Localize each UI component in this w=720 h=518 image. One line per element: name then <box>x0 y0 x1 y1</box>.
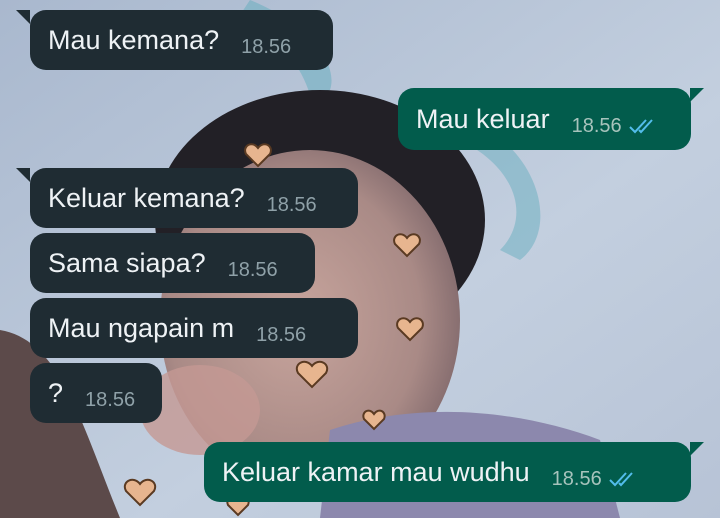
incoming-message-bubble[interactable]: Sama siapa? 18.56 <box>30 233 315 293</box>
message-time: 18.56 <box>241 36 292 58</box>
message-text: ? <box>48 378 64 408</box>
bubble-tail <box>690 442 704 456</box>
bubble-tail <box>16 10 30 24</box>
message-time: 18.56 <box>85 389 136 411</box>
read-double-check-icon <box>609 472 633 487</box>
bubble-tail <box>690 88 704 102</box>
message-text: Mau ngapain m <box>48 313 235 343</box>
incoming-message-bubble[interactable]: Keluar kemana? 18.56 <box>30 168 358 228</box>
message-text: Sama siapa? <box>48 248 206 278</box>
message-text: Keluar kemana? <box>48 183 245 213</box>
message-text: Keluar kamar mau wudhu <box>222 457 530 487</box>
outgoing-message-bubble[interactable]: Keluar kamar mau wudhu 18.56 <box>204 442 691 502</box>
read-double-check-icon <box>628 119 653 134</box>
incoming-message-bubble[interactable]: Mau ngapain m 18.56 <box>30 298 358 358</box>
bubble-tail <box>16 168 30 182</box>
message-text: Mau kemana? <box>48 25 220 55</box>
message-time: 18.56 <box>571 115 622 137</box>
outgoing-message-bubble[interactable]: Mau keluar 18.56 <box>398 88 691 150</box>
message-text: Mau keluar <box>416 104 550 134</box>
incoming-message-bubble[interactable]: ? 18.56 <box>30 363 162 423</box>
message-time: 18.56 <box>551 468 602 490</box>
message-time: 18.56 <box>266 194 317 216</box>
incoming-message-bubble[interactable]: Mau kemana? 18.56 <box>30 10 333 70</box>
message-time: 18.56 <box>227 259 278 281</box>
message-time: 18.56 <box>256 324 307 346</box>
